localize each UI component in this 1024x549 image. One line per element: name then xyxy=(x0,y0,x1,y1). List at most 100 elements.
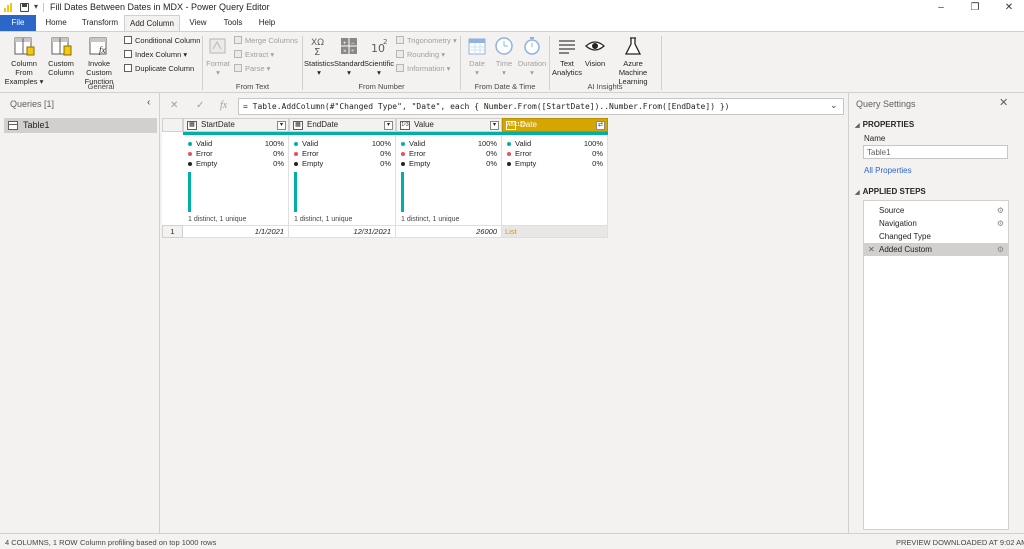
statistics-button[interactable]: XΩ Σ Statistics ▾ xyxy=(304,35,334,77)
time-button[interactable]: Time ▾ xyxy=(491,35,517,77)
query-item-label: Table1 xyxy=(23,120,50,130)
valid-dot-icon xyxy=(507,142,511,146)
error-pct: 0% xyxy=(592,149,603,158)
distribution-bar[interactable] xyxy=(188,172,191,212)
all-properties-link[interactable]: All Properties xyxy=(864,166,912,175)
scientific-button[interactable]: 10 2 Scientific ▾ xyxy=(364,35,394,77)
name-label: Name xyxy=(864,134,886,143)
time-label-2: ▾ xyxy=(502,68,506,77)
empty-pct: 0% xyxy=(592,159,603,168)
tab-file[interactable]: File xyxy=(0,15,36,31)
applied-steps-heading[interactable]: ◢ APPLIED STEPS xyxy=(855,187,926,196)
conditional-column-button[interactable]: Conditional Column xyxy=(124,36,200,45)
formula-input[interactable]: = Table.AddColumn(#"Changed Type", "Date… xyxy=(238,98,844,115)
empty-row: Empty 0% xyxy=(294,159,391,169)
parse-icon xyxy=(234,64,242,72)
query-item-table1[interactable]: Table1 xyxy=(4,118,157,133)
information-button[interactable]: Information ▾ xyxy=(396,64,450,73)
tab-add-column[interactable]: Add Column xyxy=(124,15,180,31)
query-name-input[interactable] xyxy=(863,145,1008,159)
filter-dropdown-icon[interactable]: ▾ xyxy=(277,121,286,130)
duration-button[interactable]: Duration ▾ xyxy=(517,35,547,77)
cell-value[interactable]: 26000 xyxy=(396,225,502,238)
column-header-enddate[interactable]: ▦ EndDate ▾ xyxy=(289,118,396,132)
title-separator xyxy=(43,3,44,12)
queries-pane: Queries [1] ‹ Table1 xyxy=(0,93,160,533)
empty-pct: 0% xyxy=(486,159,497,168)
tab-transform[interactable]: Transform xyxy=(76,15,124,31)
custom-column-button[interactable]: Custom Column xyxy=(46,35,76,77)
number-type-icon[interactable]: 1²3 xyxy=(400,121,410,130)
tab-view[interactable]: View xyxy=(182,15,214,31)
column-header-startdate[interactable]: ▦ StartDate ▾ xyxy=(183,118,289,132)
rounding-button[interactable]: Rounding ▾ xyxy=(396,50,445,59)
filter-dropdown-icon[interactable]: ▾ xyxy=(384,121,393,130)
row-number[interactable]: 1 xyxy=(162,225,183,238)
index-column-button[interactable]: Index Column ▾ xyxy=(124,50,187,59)
gear-icon[interactable]: ⚙ xyxy=(997,217,1004,230)
empty-label: Empty xyxy=(515,159,537,168)
close-settings-icon[interactable]: ✕ xyxy=(999,96,1008,109)
filter-dropdown-icon[interactable]: ▾ xyxy=(490,121,499,130)
cell-enddate[interactable]: 12/31/2021 xyxy=(289,225,396,238)
svg-text:fx: fx xyxy=(99,45,106,55)
save-icon[interactable] xyxy=(20,3,29,12)
standard-label-2: ▾ xyxy=(347,68,351,77)
date-type-icon[interactable]: ▦ xyxy=(293,121,303,130)
column-header-value[interactable]: 1²3 Value ▾ xyxy=(396,118,502,132)
grid-corner-table-icon[interactable] xyxy=(162,118,183,132)
cancel-formula-icon[interactable]: ✕ xyxy=(170,100,178,111)
maximize-button[interactable]: ❐ xyxy=(960,0,990,15)
conditional-column-label: Conditional Column xyxy=(135,36,201,45)
extract-button[interactable]: Extract ▾ xyxy=(234,50,274,59)
expand-column-icon[interactable]: ⇄ xyxy=(596,121,605,130)
text-analytics-button[interactable]: Text Analytics xyxy=(552,35,582,77)
fx-icon[interactable]: fx xyxy=(220,100,227,111)
tab-help[interactable]: Help xyxy=(252,15,282,31)
column-header-date[interactable]: ABC123 Date ⇄ xyxy=(502,118,608,132)
merge-columns-button[interactable]: Merge Columns xyxy=(234,36,298,45)
date-button[interactable]: Date ▾ xyxy=(463,35,491,77)
cell-date-list[interactable]: List xyxy=(502,225,608,238)
commit-formula-icon[interactable]: ✓ xyxy=(196,100,204,111)
column-profile: Valid 100% Error 0% Empty 0% xyxy=(502,135,608,225)
vision-button[interactable]: Vision xyxy=(582,35,608,68)
status-profiling-mode[interactable]: Column profiling based on top 1000 rows xyxy=(80,538,216,547)
invoke-custom-function-button[interactable]: fx Invoke Custom Function xyxy=(76,35,122,86)
minimize-button[interactable]: – xyxy=(926,0,956,15)
parse-button[interactable]: Parse ▾ xyxy=(234,64,270,73)
scientific-label-2: ▾ xyxy=(377,68,381,77)
column-from-examples-button[interactable]: Column From Examples ▾ xyxy=(3,35,45,86)
delete-step-icon[interactable]: ✕ xyxy=(868,243,875,256)
date-type-icon[interactable]: ▦ xyxy=(187,121,197,130)
properties-heading[interactable]: ◢ PROPERTIES xyxy=(855,120,914,129)
any-type-icon[interactable]: ABC123 xyxy=(506,121,526,130)
invoke-custom-function-label-1: Invoke Custom xyxy=(86,59,112,77)
duplicate-column-button[interactable]: Duplicate Column xyxy=(124,64,194,73)
step-label: Source xyxy=(879,206,905,215)
group-label-from-number: From Number xyxy=(358,82,405,91)
trigonometry-button[interactable]: Trigonometry ▾ xyxy=(396,36,457,45)
tab-home[interactable]: Home xyxy=(38,15,74,31)
svg-text:Σ: Σ xyxy=(314,47,320,57)
format-button[interactable]: Format ▾ xyxy=(205,35,231,77)
close-window-button[interactable]: ✕ xyxy=(994,0,1024,15)
step-navigation[interactable]: Navigation ⚙ xyxy=(864,217,1008,230)
step-added-custom[interactable]: ✕ Added Custom ⚙ xyxy=(864,243,1008,256)
gear-icon[interactable]: ⚙ xyxy=(997,204,1004,217)
gear-icon[interactable]: ⚙ xyxy=(997,243,1004,256)
standard-button[interactable]: + − × ÷ Standard ▾ xyxy=(334,35,364,77)
tab-tools[interactable]: Tools xyxy=(216,15,250,31)
azure-machine-learning-button[interactable]: Azure Machine Learning xyxy=(608,35,658,86)
cell-startdate[interactable]: 1/1/2021 xyxy=(183,225,289,238)
quick-access-dropdown-icon[interactable]: ▾ xyxy=(34,2,38,11)
collapse-chevron-icon[interactable]: ‹ xyxy=(147,97,150,108)
formula-bar-buttons: ✕ ✓ fx xyxy=(164,100,236,114)
distribution-bar[interactable] xyxy=(294,172,297,212)
step-source[interactable]: Source ⚙ xyxy=(864,204,1008,217)
merge-columns-label: Merge Columns xyxy=(245,36,298,45)
empty-label: Empty xyxy=(196,159,218,168)
expand-formula-chevron-icon[interactable]: ⌄ xyxy=(830,100,838,111)
step-changed-type[interactable]: Changed Type xyxy=(864,230,1008,243)
distribution-bar[interactable] xyxy=(401,172,404,212)
